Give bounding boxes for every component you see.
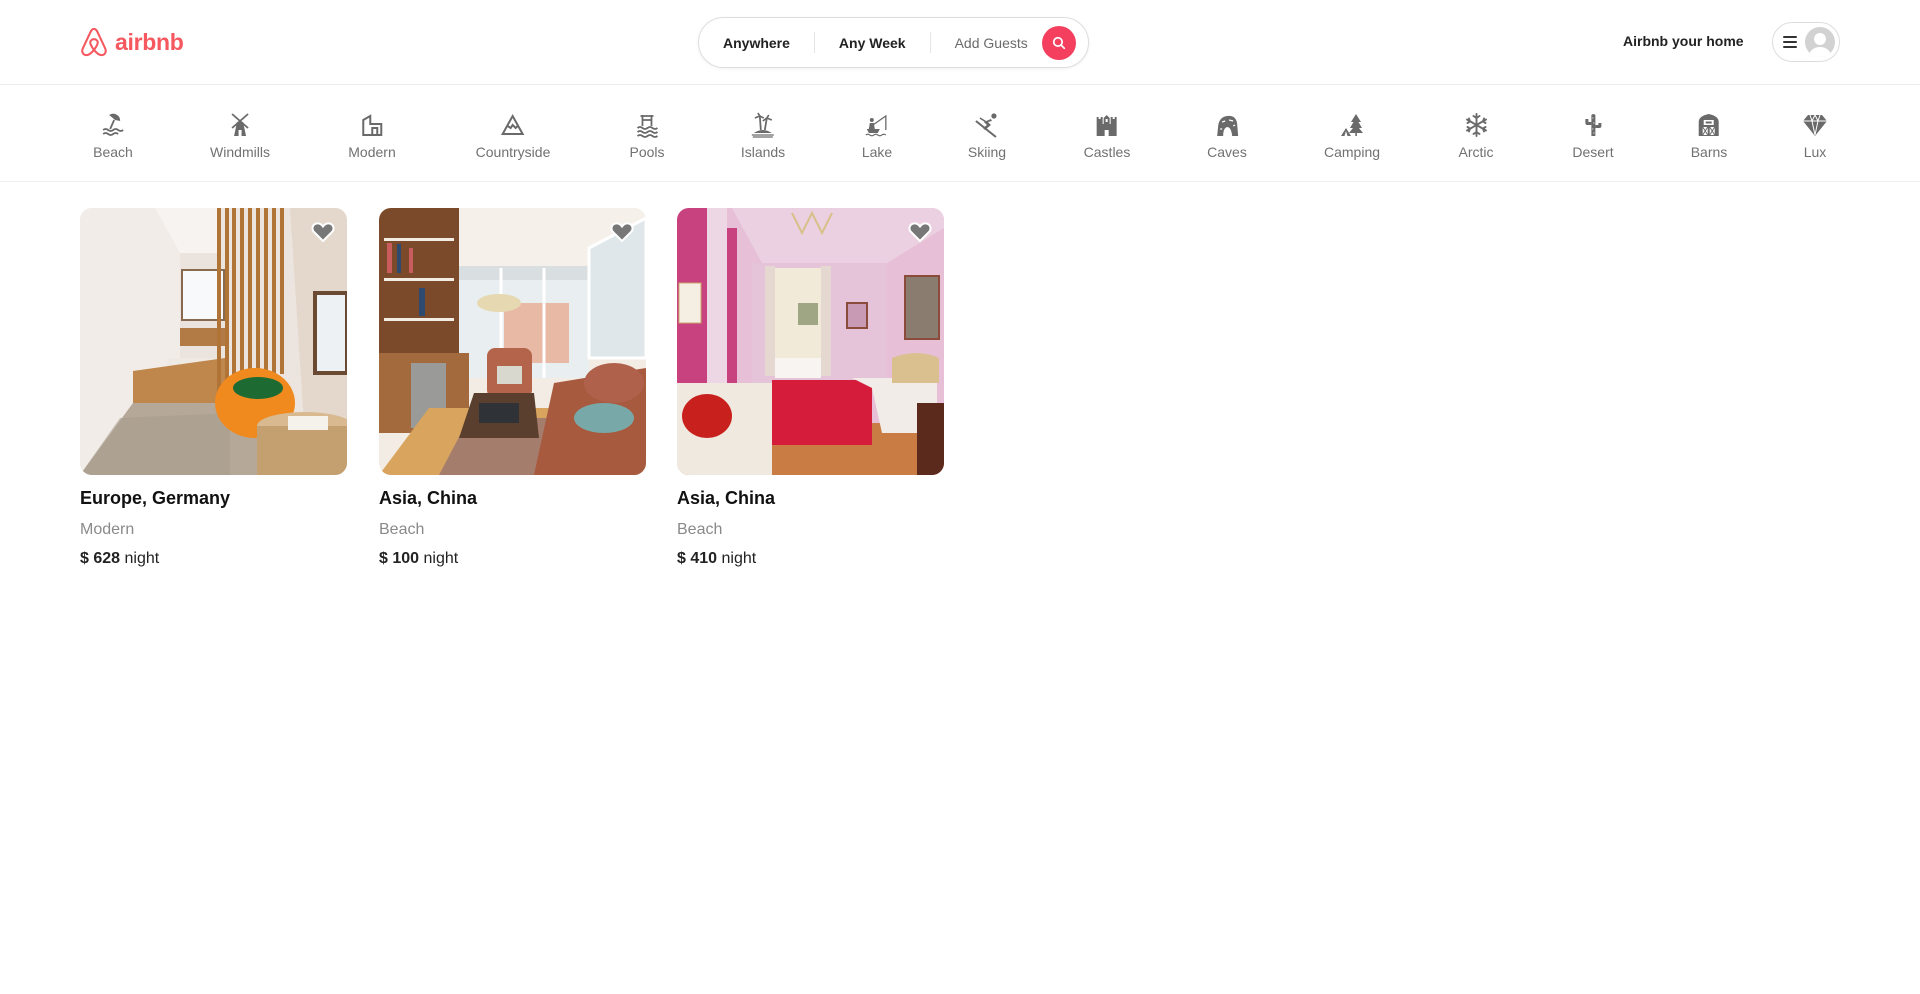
listing-card[interactable]: Asia, China Beach $ 410 night xyxy=(677,208,944,568)
category-pools[interactable]: Pools xyxy=(629,86,665,182)
search-dates[interactable]: Any Week xyxy=(815,35,930,51)
listing-image xyxy=(677,208,944,475)
listing-category: Beach xyxy=(379,521,425,538)
price-amount: 410 xyxy=(690,550,718,567)
category-label: Windmills xyxy=(210,144,270,160)
beach-umbrella-icon xyxy=(102,113,124,136)
diamond-icon xyxy=(1803,113,1827,136)
favorite-heart-icon[interactable] xyxy=(311,221,335,243)
category-label: Lux xyxy=(1803,144,1827,160)
price-currency: $ xyxy=(677,550,686,567)
cave-icon xyxy=(1217,115,1238,136)
category-label: Pools xyxy=(629,144,665,160)
category-countryside[interactable]: Countryside xyxy=(475,86,551,182)
category-castles[interactable]: Castles xyxy=(1083,86,1131,182)
category-islands[interactable]: Islands xyxy=(741,86,785,182)
windmill-icon xyxy=(231,113,249,136)
listing-card[interactable]: Asia, China Beach $ 100 night xyxy=(379,208,646,568)
category-label: Barns xyxy=(1690,144,1728,160)
brand-name: airbnb xyxy=(115,28,184,55)
category-bar: Beach Windmills Modern Countryside Pools xyxy=(0,86,1920,182)
price-unit: night xyxy=(721,550,757,567)
barn-icon xyxy=(1698,114,1719,136)
mountain-icon xyxy=(501,113,525,135)
category-beach[interactable]: Beach xyxy=(93,86,133,182)
airbnb-logo-icon xyxy=(81,27,107,57)
category-windmills[interactable]: Windmills xyxy=(210,86,270,182)
price-currency: $ xyxy=(379,550,388,567)
category-modern[interactable]: Modern xyxy=(348,86,396,182)
category-lux[interactable]: Lux xyxy=(1802,86,1828,182)
category-label: Islands xyxy=(740,144,786,160)
pool-icon xyxy=(636,115,658,138)
search-icon xyxy=(1052,36,1065,49)
category-label: Modern xyxy=(348,144,396,160)
fishing-boat-icon xyxy=(865,114,887,137)
navbar: airbnb Anywhere Any Week Add Guests Airb… xyxy=(0,0,1920,85)
listing-category: Beach xyxy=(677,521,723,538)
price-unit: night xyxy=(124,550,160,567)
category-desert[interactable]: Desert xyxy=(1572,86,1614,182)
listing-price: $ 100 night xyxy=(379,550,646,568)
category-label: Arctic xyxy=(1458,144,1494,160)
category-label: Castles xyxy=(1083,144,1131,160)
camping-tent-icon xyxy=(1341,114,1363,136)
price-amount: 628 xyxy=(93,550,121,567)
island-palm-icon xyxy=(751,112,774,138)
modern-house-icon xyxy=(362,114,382,136)
listing-photo[interactable] xyxy=(379,208,646,475)
listing-price: $ 410 night xyxy=(677,550,944,568)
price-currency: $ xyxy=(80,550,89,567)
listing-category: Modern xyxy=(80,521,135,538)
price-unit: night xyxy=(423,550,459,567)
category-label: Camping xyxy=(1323,144,1381,160)
listing-card[interactable]: Europe, Germany Modern $ 628 night xyxy=(80,208,347,568)
category-barns[interactable]: Barns xyxy=(1690,86,1728,182)
favorite-heart-icon[interactable] xyxy=(908,221,932,243)
category-arctic[interactable]: Arctic xyxy=(1459,86,1494,182)
airbnb-logo[interactable]: airbnb xyxy=(79,26,184,58)
listing-image xyxy=(379,208,646,475)
listing-location: Asia, China xyxy=(677,488,776,508)
favorite-heart-icon[interactable] xyxy=(610,221,634,243)
category-label: Caves xyxy=(1207,144,1247,160)
listing-price: $ 628 night xyxy=(80,550,347,568)
category-lake[interactable]: Lake xyxy=(862,86,892,182)
cactus-icon xyxy=(1584,114,1601,136)
category-label: Skiing xyxy=(967,144,1007,160)
search-guests[interactable]: Add Guests xyxy=(931,35,1042,51)
listing-location: Asia, China xyxy=(379,488,478,508)
category-label: Desert xyxy=(1572,144,1614,160)
castle-icon xyxy=(1097,115,1117,136)
user-menu-button[interactable] xyxy=(1772,22,1840,62)
listing-location: Europe, Germany xyxy=(80,488,231,508)
search-bar[interactable]: Anywhere Any Week Add Guests xyxy=(698,17,1089,68)
search-button[interactable] xyxy=(1041,25,1076,60)
price-amount: 100 xyxy=(392,550,420,567)
category-label: Lake xyxy=(861,144,893,160)
category-camping[interactable]: Camping xyxy=(1324,86,1380,182)
category-caves[interactable]: Caves xyxy=(1207,86,1247,182)
user-avatar-icon xyxy=(1805,27,1835,57)
airbnb-your-home-link[interactable]: Airbnb your home xyxy=(1623,33,1744,49)
listing-photo[interactable] xyxy=(677,208,944,475)
category-skiing[interactable]: Skiing xyxy=(968,86,1006,182)
search-location[interactable]: Anywhere xyxy=(699,35,814,51)
hamburger-menu-icon xyxy=(1783,36,1797,48)
snowflake-icon xyxy=(1465,113,1487,137)
category-label: Countryside xyxy=(475,144,551,160)
category-label: Beach xyxy=(93,144,133,160)
skier-icon xyxy=(975,113,997,138)
listing-image xyxy=(80,208,347,475)
listing-photo[interactable] xyxy=(80,208,347,475)
